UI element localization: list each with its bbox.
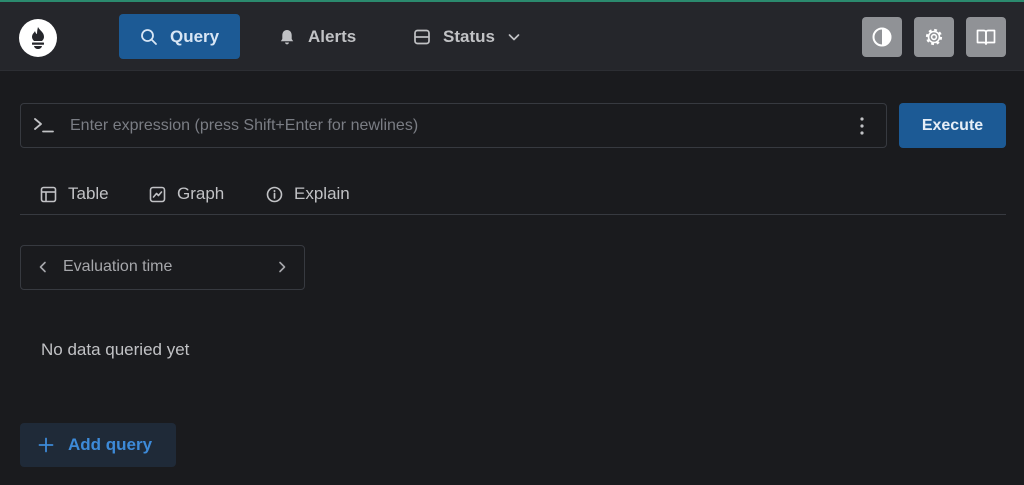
graph-icon (149, 186, 166, 202)
documentation-button[interactable] (966, 17, 1006, 57)
theme-toggle-button[interactable] (862, 17, 902, 57)
nav-alerts-label: Alerts (308, 26, 357, 46)
nav-status-label: Status (443, 26, 495, 46)
tab-graph[interactable]: Graph (149, 183, 224, 205)
info-icon (266, 186, 283, 202)
execute-button[interactable]: Execute (899, 103, 1006, 148)
settings-button[interactable] (914, 17, 954, 57)
terminal-prompt-icon (34, 118, 54, 133)
more-options-icon[interactable] (859, 116, 865, 136)
chevron-left-icon[interactable] (37, 260, 49, 274)
tab-explain-label: Explain (294, 184, 350, 203)
expression-input-box[interactable] (20, 103, 887, 148)
top-navigation-bar: Query Alerts Status (0, 0, 1024, 71)
tab-graph-label: Graph (177, 184, 225, 203)
gear-icon (925, 28, 943, 46)
nav-query-label: Query (170, 26, 220, 46)
book-icon (976, 29, 996, 45)
chevron-down-icon (508, 33, 520, 40)
evaluation-time-picker[interactable]: Evaluation time (20, 245, 305, 290)
expression-input[interactable] (70, 114, 830, 138)
table-icon (40, 186, 57, 202)
tab-table[interactable]: Table (40, 183, 109, 205)
contrast-icon (872, 27, 892, 47)
prometheus-logo-icon[interactable] (19, 19, 57, 57)
bell-icon (280, 29, 294, 44)
search-icon (141, 28, 157, 45)
result-tabs: Table Graph Explain (20, 171, 1006, 215)
evaluation-time-label: Evaluation time (63, 258, 173, 275)
tab-explain[interactable]: Explain (266, 183, 350, 205)
tab-table-label: Table (68, 184, 109, 203)
nav-alerts-button[interactable]: Alerts (257, 14, 377, 59)
add-query-label: Add query (68, 435, 153, 454)
chevron-right-icon[interactable] (276, 260, 288, 274)
nav-query-button[interactable]: Query (119, 14, 241, 59)
empty-state-message: No data queried yet (41, 340, 190, 359)
plus-icon (38, 437, 54, 453)
add-query-button[interactable]: Add query (20, 423, 176, 467)
nav-status-dropdown[interactable]: Status (392, 14, 542, 59)
server-icon (414, 29, 430, 44)
